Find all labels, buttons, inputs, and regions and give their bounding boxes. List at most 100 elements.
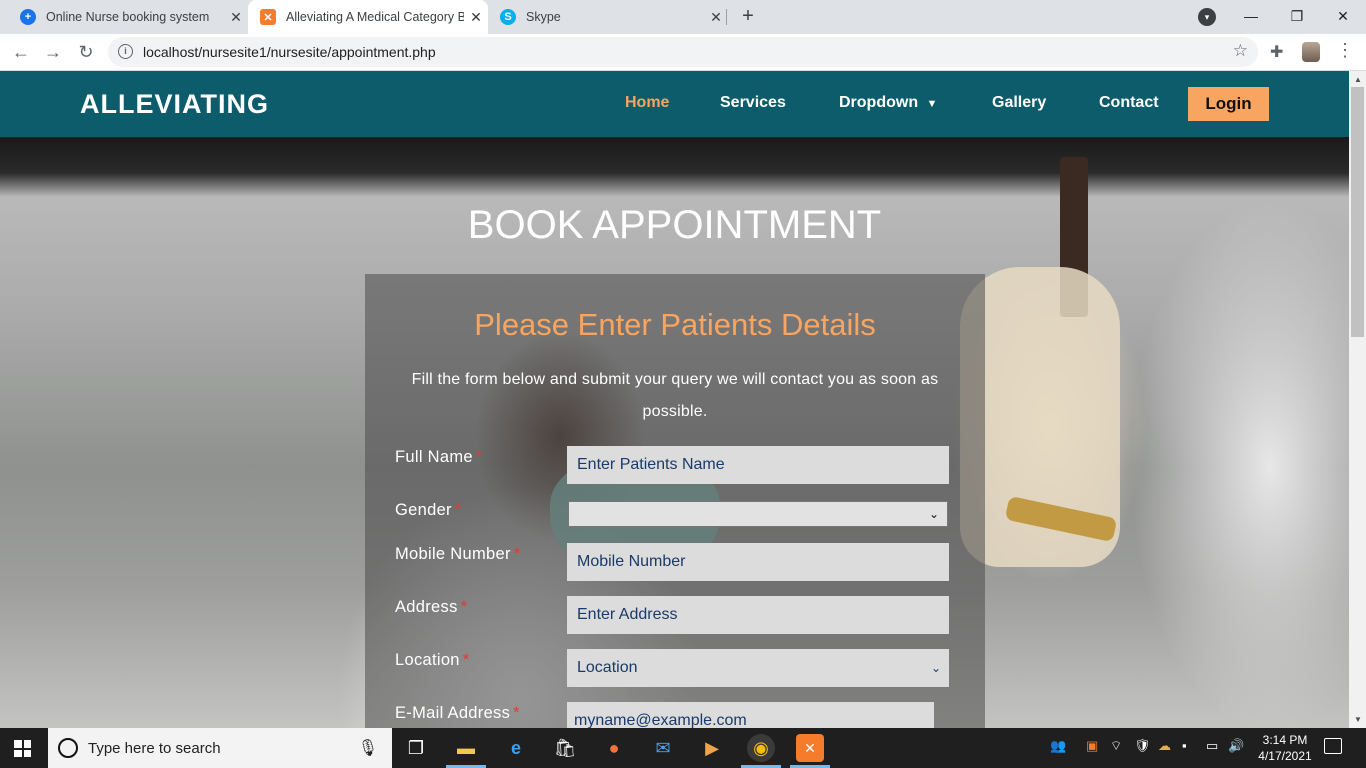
scrollbar-thumb[interactable]	[1351, 87, 1364, 337]
email-input[interactable]: myname@example.com	[567, 702, 934, 728]
tab-title: Alleviating A Medical Category B	[286, 10, 464, 24]
location-select[interactable]: Location ⌄	[567, 649, 949, 687]
tab-skype[interactable]: S Skype ✕	[488, 0, 728, 34]
nav-contact[interactable]: Contact	[1099, 94, 1159, 112]
chevron-down-icon: ⌄	[928, 507, 939, 521]
notifications-icon[interactable]	[1324, 738, 1342, 754]
form-description: Fill the form below and submit your quer…	[411, 371, 939, 420]
close-icon[interactable]: ✕	[464, 9, 488, 26]
gender-label: Gender *	[395, 501, 462, 520]
clock-date: 4/17/2021	[1258, 749, 1312, 763]
bookmark-star-icon[interactable]: ☆	[1233, 41, 1248, 61]
mobile-input[interactable]: Mobile Number	[567, 543, 949, 581]
label-text: Full Name	[395, 448, 473, 466]
address-input[interactable]: Enter Address	[567, 596, 949, 634]
scroll-down-icon[interactable]: ▼	[1354, 715, 1362, 724]
close-window-button[interactable]: ✕	[1320, 0, 1366, 34]
mail-icon[interactable]: ✉	[649, 734, 677, 762]
edge-icon[interactable]: e	[502, 734, 530, 762]
caret-down-icon: ▼	[926, 98, 938, 110]
address-bar[interactable]: i localhost/nursesite1/nursesite/appoint…	[108, 37, 1258, 67]
nav-dropdown-label: Dropdown	[839, 94, 919, 111]
page-scrollbar[interactable]: ▲ ▼	[1349, 71, 1366, 728]
cortana-icon	[58, 738, 78, 758]
login-button[interactable]: Login	[1188, 87, 1269, 121]
onedrive-icon[interactable]: ☁	[1158, 738, 1171, 754]
nav-dropdown[interactable]: Dropdown ▼	[839, 94, 937, 112]
nav-services[interactable]: Services	[720, 94, 786, 112]
file-explorer-icon[interactable]: ▬	[452, 734, 480, 762]
store-icon[interactable]: 🛍	[551, 734, 579, 762]
required-marker: *	[513, 545, 521, 563]
back-button[interactable]: ←	[8, 39, 34, 65]
full-name-input[interactable]: Enter Patients Name	[567, 446, 949, 484]
info-icon[interactable]: i	[118, 44, 133, 59]
tab-online-nurse[interactable]: + Online Nurse booking system ✕	[0, 0, 248, 34]
close-icon[interactable]: ✕	[224, 9, 248, 26]
extensions-icon[interactable]: ✚	[1270, 42, 1283, 62]
mobile-label: Mobile Number *	[395, 545, 521, 564]
restore-button[interactable]: ❐	[1274, 0, 1320, 34]
minimize-button[interactable]: —	[1228, 0, 1274, 34]
label-text: E-Mail Address	[395, 704, 511, 722]
tab-alleviating[interactable]: ✕ Alleviating A Medical Category B ✕	[248, 0, 488, 34]
display-icon[interactable]: ▪	[1182, 738, 1187, 753]
tab-title: Online Nurse booking system	[46, 10, 210, 24]
tab-search-icon[interactable]: ▾	[1198, 8, 1216, 26]
volume-icon[interactable]: 🔊	[1228, 738, 1244, 754]
firefox-icon[interactable]: ●	[600, 734, 628, 762]
media-player-icon[interactable]: ▶	[698, 734, 726, 762]
tab-title: Skype	[526, 10, 561, 24]
label-text: Location	[395, 651, 460, 669]
chevron-down-icon: ⌄	[930, 661, 941, 675]
battery-icon[interactable]: ▭	[1206, 738, 1218, 754]
page-title: BOOK APPOINTMENT	[467, 203, 882, 247]
plus-circle-icon: +	[20, 9, 36, 25]
required-marker: *	[475, 448, 483, 466]
form-heading: Please Enter Patients Details	[474, 307, 876, 342]
required-marker: *	[454, 501, 462, 519]
page-viewport: ALLEVIATING Home Services Dropdown ▼ Gal…	[0, 71, 1349, 728]
label-text: Gender	[395, 501, 452, 519]
brand-logo[interactable]: ALLEVIATING	[80, 89, 269, 120]
nav-home[interactable]: Home	[625, 94, 669, 112]
scroll-up-icon[interactable]: ▲	[1354, 75, 1362, 84]
clock-time: 3:14 PM	[1262, 733, 1308, 747]
full-name-label: Full Name *	[395, 448, 483, 467]
url-text[interactable]: localhost/nursesite1/nursesite/appointme…	[143, 44, 436, 60]
menu-kebab-icon[interactable]: ⋮	[1336, 40, 1354, 61]
label-text: Mobile Number	[395, 545, 511, 563]
network-icon[interactable]: ⌔	[1110, 738, 1122, 754]
required-marker: *	[513, 704, 520, 722]
security-shield-icon[interactable]: 🛡	[1134, 738, 1151, 754]
taskbar-search-placeholder: Type here to search	[88, 740, 221, 757]
required-marker: *	[462, 651, 470, 669]
forward-button[interactable]: →	[40, 39, 66, 65]
location-label: Location *	[395, 651, 470, 670]
chrome-icon[interactable]: ◉	[747, 734, 775, 762]
xampp-tray-icon[interactable]: ▣	[1086, 738, 1098, 754]
microphone-icon[interactable]: 🎙	[358, 738, 378, 758]
taskbar-clock[interactable]: 3:14 PM 4/17/2021	[1250, 732, 1320, 764]
avatar[interactable]	[1302, 42, 1320, 62]
label-text: Address	[395, 598, 458, 616]
people-icon[interactable]: 👥	[1050, 738, 1066, 754]
reload-button[interactable]: ↻	[73, 39, 99, 65]
windows-start-icon[interactable]	[14, 740, 31, 757]
task-view-icon[interactable]: ❐	[402, 734, 430, 762]
xampp-icon: ✕	[260, 9, 276, 25]
browser-toolbar: ← → ↻ i localhost/nursesite1/nursesite/a…	[0, 34, 1366, 71]
skype-icon: S	[500, 9, 516, 25]
xampp-icon[interactable]: ✕	[796, 734, 824, 762]
appointment-form: Please Enter Patients Details Fill the f…	[365, 274, 985, 728]
close-icon[interactable]: ✕	[704, 9, 728, 26]
taskbar-search[interactable]: Type here to search 🎙	[48, 728, 392, 768]
required-marker: *	[460, 598, 468, 616]
location-value: Location	[577, 659, 638, 676]
tab-divider	[726, 9, 727, 25]
nav-gallery[interactable]: Gallery	[992, 94, 1046, 112]
email-label: E-Mail Address *	[395, 704, 520, 723]
address-label: Address *	[395, 598, 467, 617]
gender-select[interactable]: ⌄	[568, 501, 948, 527]
new-tab-button[interactable]: +	[736, 4, 760, 28]
